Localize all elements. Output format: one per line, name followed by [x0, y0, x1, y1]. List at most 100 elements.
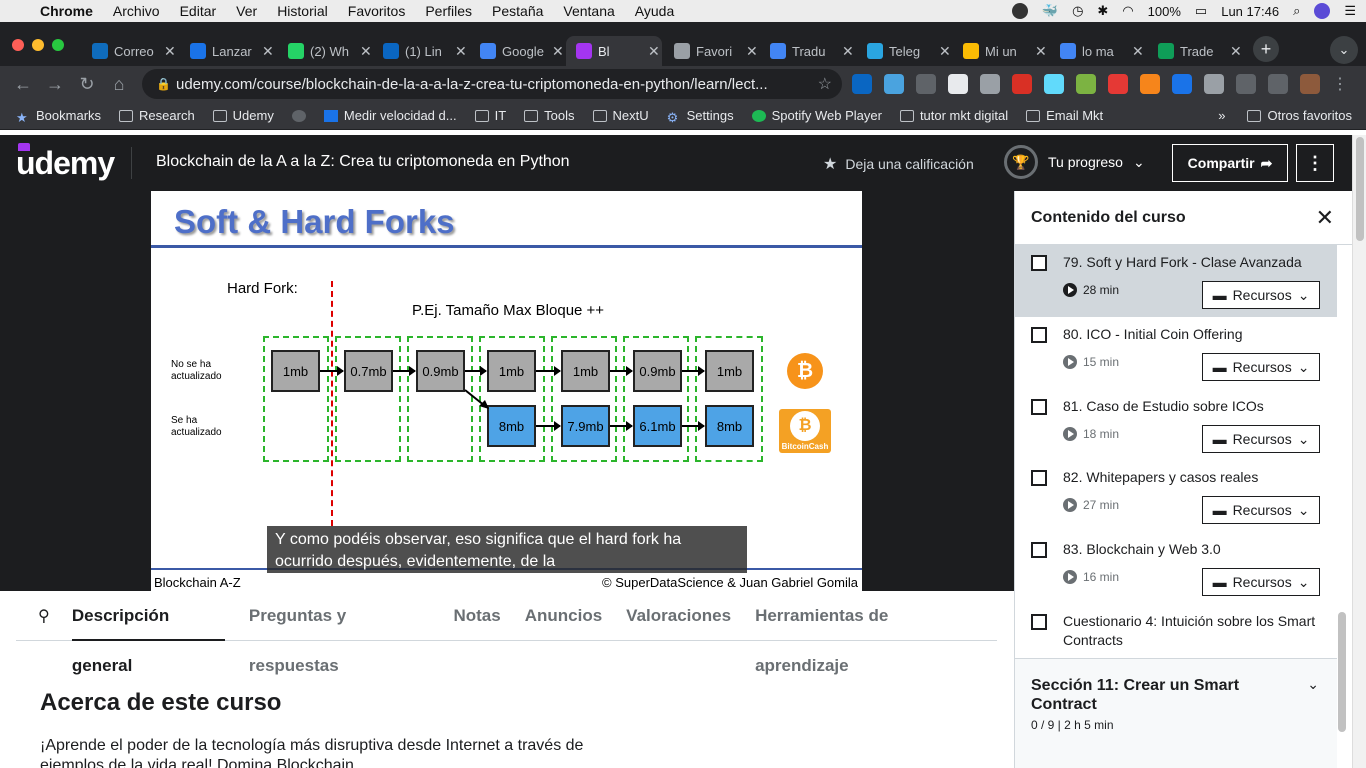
bookmark-bookmarks[interactable]: ★ Bookmarks — [16, 108, 101, 125]
resources-dropdown[interactable]: ▬ Recursos ⌄ — [1202, 496, 1320, 524]
lesson-checkbox[interactable] — [1031, 470, 1047, 486]
tab-anuncios[interactable]: Anuncios — [525, 591, 602, 641]
tab-herramientas[interactable]: Herramientas de aprendizaje — [755, 591, 973, 675]
lesson-checkbox[interactable] — [1031, 255, 1047, 271]
lesson-item[interactable]: 83. Blockchain y Web 3.0 16 min ▬ Recurso… — [1015, 532, 1337, 604]
reading-list-icon[interactable] — [1236, 74, 1256, 94]
page-scrollbar[interactable] — [1352, 135, 1366, 768]
menu-perfiles[interactable]: Perfiles — [425, 3, 472, 19]
close-tab-icon[interactable]: ✕ — [552, 43, 566, 60]
resources-dropdown[interactable]: ▬ Recursos ⌄ — [1202, 568, 1320, 596]
minimize-window-icon[interactable] — [32, 39, 44, 51]
clock[interactable]: Lun 17:46 — [1221, 4, 1279, 19]
close-tab-icon[interactable]: ✕ — [164, 43, 178, 60]
bluetooth-icon[interactable]: ✱ — [1097, 3, 1108, 19]
progress-button[interactable]: 🏆 Tu progreso ⌄ — [1004, 145, 1145, 179]
metamask-icon[interactable] — [1140, 74, 1160, 94]
lesson-checkbox[interactable] — [1031, 399, 1047, 415]
close-tab-icon[interactable]: ✕ — [1132, 43, 1146, 60]
browser-tab[interactable]: Tradu ✕ — [760, 36, 856, 66]
react-devtools-icon[interactable] — [1044, 74, 1064, 94]
resources-dropdown[interactable]: ▬ Recursos ⌄ — [1202, 281, 1320, 309]
menu-favoritos[interactable]: Favoritos — [348, 3, 406, 19]
tab-search-button[interactable]: ⌄ — [1330, 36, 1358, 64]
extension-icon[interactable] — [948, 74, 968, 94]
menu-ayuda[interactable]: Ayuda — [635, 3, 674, 19]
bookmark-tools[interactable]: Tools — [524, 108, 575, 123]
time-machine-icon[interactable]: ◷ — [1072, 3, 1083, 19]
video-player[interactable]: Soft & Hard Forks Hard Fork: P.Ej. Tamañ… — [0, 191, 1014, 591]
lesson-checkbox[interactable] — [1031, 327, 1047, 343]
extension-icon[interactable] — [980, 74, 1000, 94]
reload-icon[interactable]: ↻ — [76, 73, 98, 95]
tab-descripcion-general[interactable]: Descripción general — [71, 591, 225, 675]
spotlight-search-icon[interactable]: ⌕ — [1293, 3, 1300, 19]
extension-icon[interactable] — [1172, 74, 1192, 94]
udemy-logo[interactable]: udemy — [16, 143, 115, 182]
grid-extension-icon[interactable] — [916, 74, 936, 94]
user-switch-icon[interactable] — [1011, 3, 1028, 19]
menu-ver[interactable]: Ver — [236, 3, 257, 19]
close-tab-icon[interactable]: ✕ — [939, 43, 953, 60]
page-scrollbar-thumb[interactable] — [1356, 137, 1364, 241]
browser-tab[interactable]: Mi un ✕ — [953, 36, 1049, 66]
quiz-item[interactable]: Cuestionario 4: Intuición sobre los Smar… — [1015, 604, 1337, 658]
resources-dropdown[interactable]: ▬ Recursos ⌄ — [1202, 353, 1320, 381]
control-center-icon[interactable]: ☰ — [1344, 3, 1356, 19]
tab-preguntas-respuestas[interactable]: Preguntas y respuestas — [249, 591, 430, 675]
menu-archivo[interactable]: Archivo — [113, 3, 160, 19]
battery-percent[interactable]: 100% — [1148, 4, 1181, 19]
lesson-item[interactable]: 82. Whitepapers y casos reales 27 min ▬ R… — [1015, 460, 1337, 532]
lesson-checkbox[interactable] — [1031, 614, 1047, 630]
extension-icon[interactable] — [1012, 74, 1032, 94]
browser-tab[interactable]: Favori ✕ — [664, 36, 760, 66]
rate-course-button[interactable]: ★ Deja una calificación — [823, 154, 974, 174]
close-tab-icon[interactable]: ✕ — [746, 43, 760, 60]
close-tab-icon[interactable]: ✕ — [262, 43, 276, 60]
share-button[interactable]: Compartir ➦ — [1172, 144, 1288, 182]
menu-editar[interactable]: Editar — [180, 3, 217, 19]
resources-dropdown[interactable]: ▬ Recursos ⌄ — [1202, 425, 1320, 453]
home-icon[interactable]: ⌂ — [108, 73, 130, 95]
back-arrow-icon[interactable]: ← — [12, 73, 34, 95]
browser-tab[interactable]: Correo ✕ — [82, 36, 178, 66]
lesson-item[interactable]: 79. Soft y Hard Fork - Clase Avanzada 28… — [1015, 245, 1337, 317]
browser-tab[interactable]: Trade ✕ — [1148, 36, 1244, 66]
forward-arrow-icon[interactable]: → — [44, 73, 66, 95]
linkedin-extension-icon[interactable] — [852, 74, 872, 94]
section-header[interactable]: Sección 11: Crear un Smart Contract ⌄ 0 … — [1015, 658, 1337, 768]
bookmark-other-favorites[interactable]: Otros favoritos — [1247, 108, 1352, 123]
tab-valoraciones[interactable]: Valoraciones — [626, 591, 731, 641]
more-options-button[interactable]: ⋮ — [1296, 144, 1334, 182]
extension-icon[interactable] — [884, 74, 904, 94]
bookmark-globe[interactable] — [291, 109, 306, 122]
bookmark-speed-test[interactable]: Medir velocidad d... — [323, 108, 457, 123]
tab-notas[interactable]: Notas — [453, 591, 500, 641]
close-tab-icon[interactable]: ✕ — [1230, 43, 1244, 60]
new-tab-button[interactable]: + — [1253, 36, 1279, 62]
extension-icon[interactable] — [1108, 74, 1128, 94]
bookmark-settings[interactable]: ⚙ Settings — [667, 108, 734, 125]
close-icon[interactable]: ✕ — [1316, 205, 1334, 231]
extensions-puzzle-icon[interactable] — [1204, 74, 1224, 94]
browser-tab[interactable]: (1) Lin ✕ — [373, 36, 469, 66]
browser-tab[interactable]: Google ✕ — [470, 36, 566, 66]
menu-historial[interactable]: Historial — [277, 3, 328, 19]
bookmark-email-mkt[interactable]: Email Mkt — [1026, 108, 1103, 123]
sidebar-scrollbar[interactable] — [1338, 612, 1346, 732]
bookmark-it[interactable]: IT — [474, 108, 506, 123]
close-tab-icon[interactable]: ✕ — [360, 43, 374, 60]
close-tab-icon[interactable]: ✕ — [648, 43, 662, 60]
lesson-item[interactable]: 80. ICO - Initial Coin Offering 15 min ▬… — [1015, 317, 1337, 389]
close-tab-icon[interactable]: ✕ — [1035, 43, 1049, 60]
address-bar[interactable]: 🔒 udemy.com/course/blockchain-de-la-a-a-… — [142, 69, 842, 99]
chrome-menu-icon[interactable]: ⋮ — [1332, 74, 1348, 94]
browser-tab[interactable]: Lanzar ✕ — [180, 36, 276, 66]
lesson-checkbox[interactable] — [1031, 542, 1047, 558]
close-tab-icon[interactable]: ✕ — [455, 43, 469, 60]
zoom-window-icon[interactable] — [52, 39, 64, 51]
menu-ventana[interactable]: Ventana — [563, 3, 614, 19]
close-tab-icon[interactable]: ✕ — [842, 43, 856, 60]
browser-tab[interactable]: (2) Wh ✕ — [278, 36, 374, 66]
extension-icon[interactable] — [1076, 74, 1096, 94]
